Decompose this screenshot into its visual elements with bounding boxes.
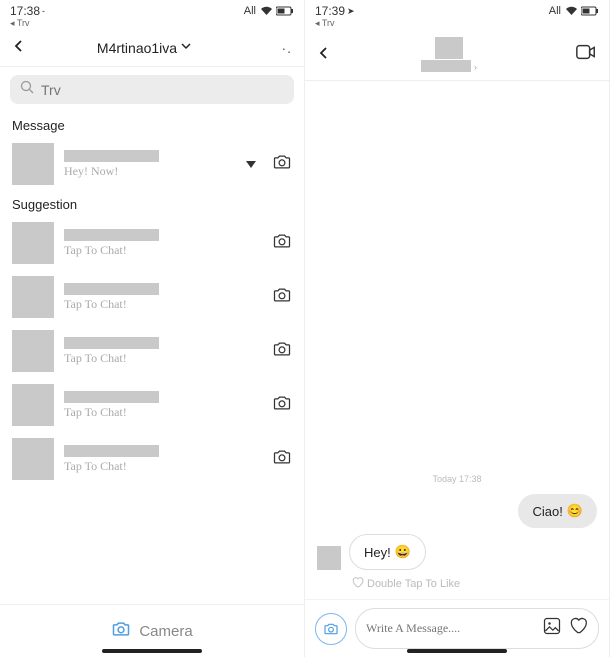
chat-row[interactable]: Tap To Chat! <box>0 324 304 378</box>
chat-preview: Hey! Now! <box>64 164 236 179</box>
search-box[interactable] <box>10 75 294 104</box>
chat-row[interactable]: Tap To Chat! <box>0 216 304 270</box>
status-time: 17:38 <box>10 4 40 18</box>
camera-capture-button[interactable] <box>315 613 347 645</box>
back-icon[interactable] <box>12 37 26 58</box>
message-section-title: Message <box>0 112 304 137</box>
chevron-right-icon: › <box>474 62 477 72</box>
status-time: 17:39 <box>315 4 345 18</box>
status-bar: 17:38 - All <box>0 0 304 18</box>
more-icon[interactable]: ·. <box>281 40 292 56</box>
search-icon <box>20 80 34 99</box>
chat-list: Message Hey! Now! Suggestion Tap To Chat… <box>0 112 304 604</box>
gallery-icon[interactable] <box>542 616 562 641</box>
camera-icon[interactable] <box>272 152 292 177</box>
timestamp-divider: Today 17:38 <box>317 474 597 484</box>
chat-preview: Tap To Chat! <box>64 243 262 258</box>
camera-icon[interactable] <box>272 447 292 472</box>
contact-avatar[interactable]: › <box>421 37 477 72</box>
wifi-battery-icons <box>565 6 599 16</box>
camera-icon[interactable] <box>272 339 292 364</box>
username: M4rtinao1iva <box>97 40 177 56</box>
chevron-down-icon <box>181 42 191 53</box>
message-row-received: Hey! 😀 <box>317 534 597 570</box>
dm-list-screen: 17:38 - All ◂ Trv M4rtinao1iva ·. <box>0 0 305 657</box>
chat-name-redacted <box>64 283 159 295</box>
avatar <box>12 384 54 426</box>
chat-preview: Tap To Chat! <box>64 459 262 474</box>
network-label: All <box>244 5 256 17</box>
location-dot: - <box>42 6 45 16</box>
avatar <box>12 438 54 480</box>
chat-row[interactable]: Tap To Chat! <box>0 270 304 324</box>
received-text: Hey! <box>364 545 391 560</box>
chat-name-redacted <box>64 337 159 349</box>
message-input-container[interactable] <box>355 608 599 649</box>
double-tap-hint: Double Tap To Like <box>317 576 597 591</box>
double-tap-text: Double Tap To Like <box>367 578 460 590</box>
heart-outline-icon <box>351 576 364 591</box>
avatar <box>12 330 54 372</box>
account-switcher[interactable]: M4rtinao1iva <box>26 40 262 56</box>
message-input[interactable] <box>366 621 536 636</box>
chat-preview: Tap To Chat! <box>64 351 262 366</box>
status-bar: 17:39 ➤ All <box>305 0 609 18</box>
camera-icon[interactable] <box>272 285 292 310</box>
emoji-smile-icon: 😊 <box>567 503 583 519</box>
chat-row[interactable]: Tap To Chat! <box>0 432 304 486</box>
chat-name-redacted <box>64 150 159 162</box>
avatar <box>12 143 54 185</box>
camera-label: Camera <box>139 623 192 640</box>
camera-blue-icon <box>111 619 131 643</box>
home-indicator <box>102 649 202 653</box>
suggestion-section-title: Suggestion <box>0 191 304 216</box>
avatar <box>12 276 54 318</box>
received-bubble[interactable]: Hey! 😀 <box>349 534 426 570</box>
return-to-app[interactable]: ◂ Trv <box>305 18 609 31</box>
chat-preview: Tap To Chat! <box>64 297 262 312</box>
back-icon[interactable] <box>317 44 331 65</box>
camera-icon[interactable] <box>272 393 292 418</box>
search-input[interactable] <box>41 82 284 98</box>
conversation-header: › <box>305 31 609 81</box>
conversation-screen: 17:39 ➤ All ◂ Trv › Today <box>305 0 610 657</box>
avatar <box>12 222 54 264</box>
unread-indicator-icon <box>246 161 256 168</box>
home-indicator <box>407 649 507 653</box>
dm-header: M4rtinao1iva ·. <box>0 31 304 67</box>
sender-avatar[interactable] <box>317 546 341 570</box>
message-row-sent: Ciao! 😊 <box>317 494 597 528</box>
chat-name-redacted <box>64 229 159 241</box>
chat-row[interactable]: Hey! Now! <box>0 137 304 191</box>
chat-name-redacted <box>64 391 159 403</box>
location-icon: ➤ <box>347 6 355 17</box>
return-to-app[interactable]: ◂ Trv <box>0 18 304 31</box>
video-call-icon[interactable] <box>575 42 597 67</box>
chat-preview: Tap To Chat! <box>64 405 262 420</box>
network-label: All <box>549 5 561 17</box>
wifi-battery-icons <box>260 6 294 16</box>
heart-icon[interactable] <box>568 616 588 641</box>
camera-icon[interactable] <box>272 231 292 256</box>
chat-row[interactable]: Tap To Chat! <box>0 378 304 432</box>
conversation-area: Today 17:38 Ciao! 😊 Hey! 😀 Double Tap To… <box>305 81 609 599</box>
chat-name-redacted <box>64 445 159 457</box>
sent-bubble[interactable]: Ciao! 😊 <box>518 494 597 528</box>
sent-text: Ciao! <box>532 504 562 519</box>
emoji-grin-icon: 😀 <box>395 544 411 560</box>
